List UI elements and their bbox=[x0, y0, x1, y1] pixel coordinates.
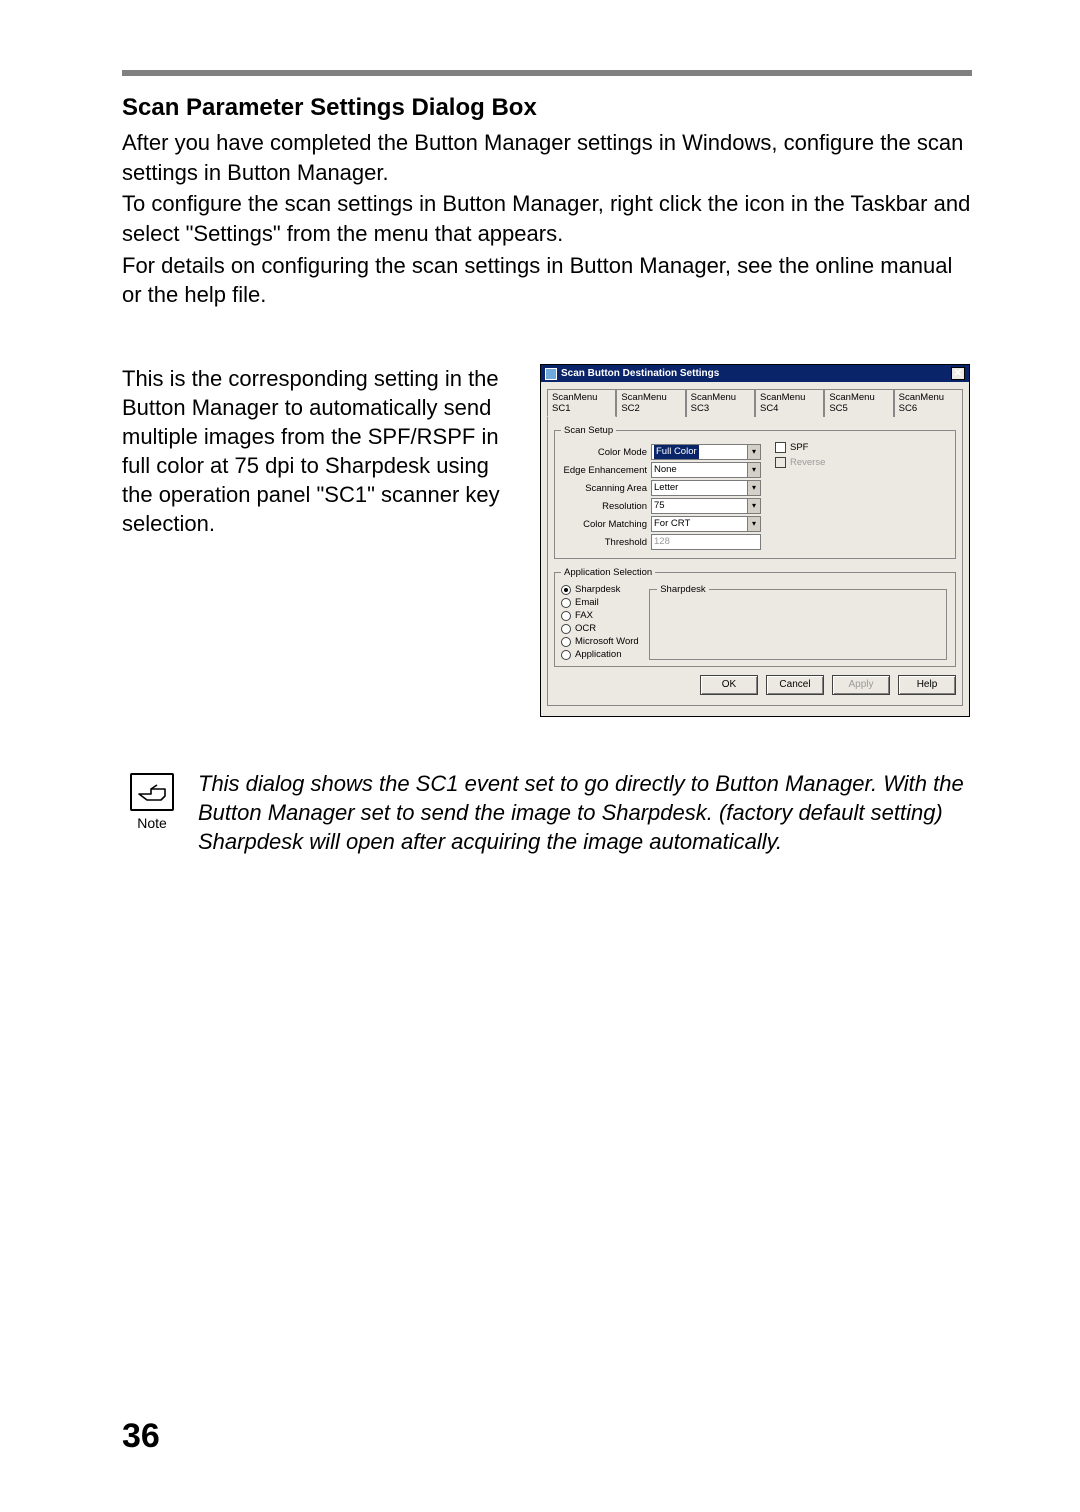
radio-icon bbox=[561, 611, 571, 621]
selected-app-panel: Sharpdesk bbox=[649, 584, 947, 660]
radio-label: FAX bbox=[575, 610, 593, 621]
radio-email[interactable]: Email bbox=[561, 597, 639, 608]
intro-paragraphs: After you have completed the Button Mana… bbox=[122, 128, 972, 310]
note-label: Note bbox=[137, 815, 167, 831]
left-description: This is the corresponding setting in the… bbox=[122, 364, 518, 538]
radio-icon bbox=[561, 624, 571, 634]
radio-fax[interactable]: FAX bbox=[561, 610, 639, 621]
reverse-checkbox: Reverse bbox=[775, 457, 825, 468]
color-match-combo[interactable]: For CRT ▾ bbox=[651, 516, 761, 532]
dialog-close-button[interactable]: ✕ bbox=[951, 367, 965, 380]
scan-area-value: Letter bbox=[654, 481, 678, 495]
resolution-combo[interactable]: 75 ▾ bbox=[651, 498, 761, 514]
dialog-tabs: ScanMenu SC1 ScanMenu SC2 ScanMenu SC3 S… bbox=[547, 388, 963, 417]
intro-line-2: To configure the scan settings in Button… bbox=[122, 189, 972, 248]
checkbox-icon bbox=[775, 457, 786, 468]
dialog-title-text: Scan Button Destination Settings bbox=[561, 368, 719, 379]
note-text: This dialog shows the SC1 event set to g… bbox=[198, 769, 972, 856]
tab-sc2[interactable]: ScanMenu SC2 bbox=[616, 389, 685, 417]
dialog-app-icon bbox=[545, 368, 557, 380]
dialog-titlebar: Scan Button Destination Settings ✕ bbox=[541, 365, 969, 382]
section-heading: Scan Parameter Settings Dialog Box bbox=[122, 94, 972, 122]
radio-label: OCR bbox=[575, 623, 596, 634]
radio-icon bbox=[561, 598, 571, 608]
checkbox-icon bbox=[775, 442, 786, 453]
color-mode-value: Full Color bbox=[654, 445, 699, 459]
spf-checkbox[interactable]: SPF bbox=[775, 442, 825, 453]
app-selection-legend: Application Selection bbox=[561, 567, 655, 578]
edge-enh-label: Edge Enhancement bbox=[561, 465, 651, 476]
radio-sharpdesk[interactable]: Sharpdesk bbox=[561, 584, 639, 595]
apply-button: Apply bbox=[832, 675, 890, 695]
intro-line-3: For details on configuring the scan sett… bbox=[122, 251, 972, 310]
color-mode-combo[interactable]: Full Color ▾ bbox=[651, 444, 761, 460]
radio-ocr[interactable]: OCR bbox=[561, 623, 639, 634]
intro-line-1: After you have completed the Button Mana… bbox=[122, 128, 972, 187]
tab-sc4[interactable]: ScanMenu SC4 bbox=[755, 389, 824, 417]
edge-enh-value: None bbox=[654, 463, 677, 477]
scan-area-label: Scanning Area bbox=[561, 483, 651, 494]
radio-msword[interactable]: Microsoft Word bbox=[561, 636, 639, 647]
app-selection-group: Application Selection Sharpdesk Email FA… bbox=[554, 567, 956, 667]
chevron-down-icon: ▾ bbox=[747, 463, 760, 477]
scan-area-combo[interactable]: Letter ▾ bbox=[651, 480, 761, 496]
cancel-button[interactable]: Cancel bbox=[766, 675, 824, 695]
radio-icon bbox=[561, 650, 571, 660]
selected-app-legend: Sharpdesk bbox=[657, 584, 708, 595]
chevron-down-icon: ▾ bbox=[747, 481, 760, 495]
scan-setup-group: Scan Setup Color Mode Full Color ▾ bbox=[554, 425, 956, 559]
resolution-value: 75 bbox=[654, 499, 665, 513]
ok-button[interactable]: OK bbox=[700, 675, 758, 695]
radio-label: Sharpdesk bbox=[575, 584, 620, 595]
page-number: 36 bbox=[122, 1417, 160, 1456]
chevron-down-icon: ▾ bbox=[747, 499, 760, 513]
hand-pointer-icon bbox=[137, 781, 167, 803]
chevron-down-icon: ▾ bbox=[747, 445, 760, 459]
tab-sc3[interactable]: ScanMenu SC3 bbox=[686, 389, 755, 417]
tab-sc5[interactable]: ScanMenu SC5 bbox=[824, 389, 893, 417]
spf-label: SPF bbox=[790, 442, 808, 453]
color-mode-label: Color Mode bbox=[561, 447, 651, 458]
resolution-label: Resolution bbox=[561, 501, 651, 512]
scan-settings-dialog: Scan Button Destination Settings ✕ ScanM… bbox=[540, 364, 970, 717]
reverse-label: Reverse bbox=[790, 457, 825, 468]
help-button[interactable]: Help bbox=[898, 675, 956, 695]
radio-application[interactable]: Application bbox=[561, 649, 639, 660]
radio-label: Application bbox=[575, 649, 621, 660]
chevron-down-icon: ▾ bbox=[747, 517, 760, 531]
radio-icon bbox=[561, 585, 571, 595]
section-divider bbox=[122, 70, 972, 76]
scan-setup-legend: Scan Setup bbox=[561, 425, 616, 436]
radio-label: Email bbox=[575, 597, 599, 608]
color-match-label: Color Matching bbox=[561, 519, 651, 530]
threshold-input: 128 bbox=[651, 534, 761, 550]
tab-sc6[interactable]: ScanMenu SC6 bbox=[894, 389, 963, 417]
edge-enh-combo[interactable]: None ▾ bbox=[651, 462, 761, 478]
threshold-label: Threshold bbox=[561, 537, 651, 548]
radio-label: Microsoft Word bbox=[575, 636, 639, 647]
radio-icon bbox=[561, 637, 571, 647]
note-icon bbox=[130, 773, 174, 811]
tab-sc1[interactable]: ScanMenu SC1 bbox=[547, 389, 616, 417]
color-match-value: For CRT bbox=[654, 517, 690, 531]
